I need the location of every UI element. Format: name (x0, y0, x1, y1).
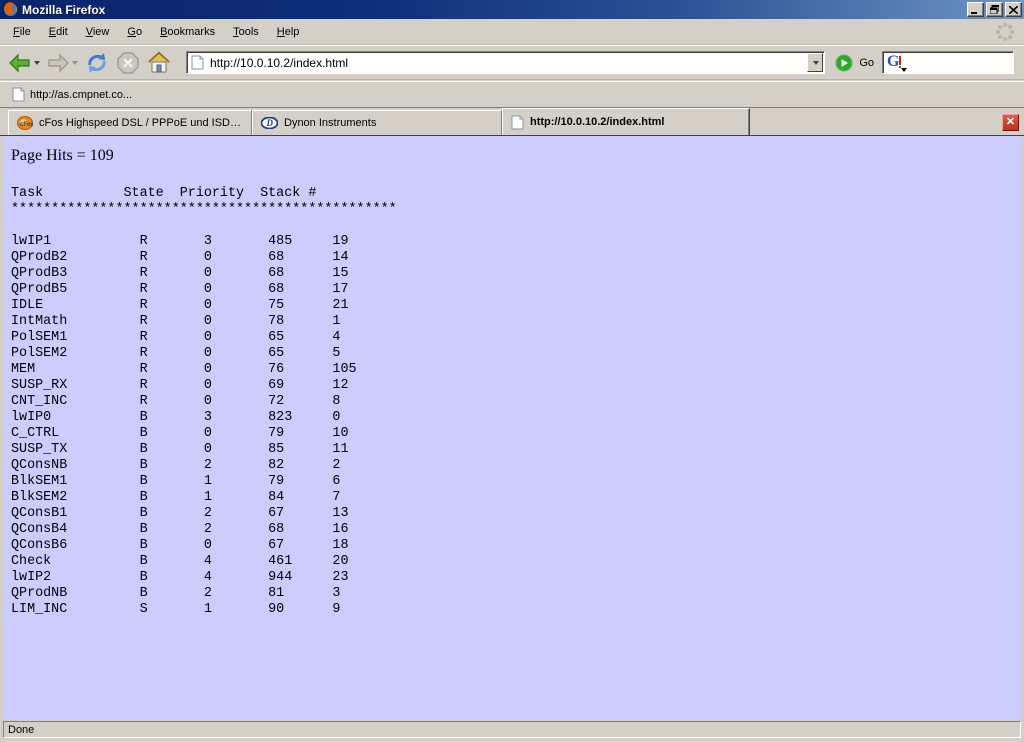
table-row: QConsNB B 2 82 2 (11, 458, 1021, 474)
page-content: Page Hits = 109 Task State Priority Stac… (3, 136, 1021, 719)
table-row: QProdB3 R 0 68 15 (11, 266, 1021, 282)
table-row: PolSEM2 R 0 65 5 (11, 346, 1021, 362)
tab-bar: cFos cFos Highspeed DSL / PPPoE und ISDN… (0, 108, 1024, 136)
menu-bookmarks[interactable]: Bookmarks (151, 22, 224, 42)
status-bar: Done (0, 719, 1024, 742)
status-panel: Done (3, 721, 1021, 738)
table-row: QConsB6 B 0 67 18 (11, 538, 1021, 554)
table-row: LIM_INC S 1 90 9 (11, 602, 1021, 618)
tab-label[interactable]: cFos Highspeed DSL / PPPoE und ISDN CAP.… (39, 117, 243, 129)
bookmark-label[interactable]: http://as.cmpnet.co... (30, 89, 132, 101)
tab-dynon[interactable]: D Dynon Instruments (252, 110, 502, 135)
svg-text:D: D (266, 118, 274, 128)
table-row: MEM R 0 76 105 (11, 362, 1021, 378)
menu-file[interactable]: File (4, 22, 40, 42)
url-text[interactable]: http://10.0.10.2/index.html (210, 56, 807, 70)
menu-tools[interactable]: Tools (224, 22, 268, 42)
task-rows: lwIP1 R 3 485 19QProdB2 R 0 68 14QProdB3… (11, 234, 1021, 618)
table-row: CNT_INC R 0 72 8 (11, 394, 1021, 410)
menu-help[interactable]: Help (268, 22, 309, 42)
status-text: Done (8, 724, 34, 736)
table-separator: ****************************************… (11, 202, 1021, 218)
tab-cfos[interactable]: cFos cFos Highspeed DSL / PPPoE und ISDN… (8, 110, 252, 135)
titlebar: Mozilla Firefox (0, 0, 1024, 19)
forward-dropdown-icon[interactable] (72, 61, 78, 65)
url-dropdown-icon (813, 61, 819, 65)
table-row: lwIP0 B 3 823 0 (11, 410, 1021, 426)
table-header: Task State Priority Stack # (11, 186, 1021, 202)
table-row: IDLE R 0 75 21 (11, 298, 1021, 314)
page-icon (511, 115, 524, 130)
go-button[interactable]: Go (835, 54, 874, 72)
throbber-icon (994, 21, 1016, 43)
google-logo-icon[interactable]: G (886, 55, 904, 71)
menu-bar: File Edit View Go Bookmarks Tools Help (0, 19, 1024, 45)
menu-view[interactable]: View (77, 22, 119, 42)
table-row: BlkSEM1 B 1 79 6 (11, 474, 1021, 490)
close-button[interactable] (1005, 2, 1022, 17)
table-row: QProdNB B 2 81 3 (11, 586, 1021, 602)
cfos-favicon: cFos (17, 116, 33, 130)
menu-edit[interactable]: Edit (40, 22, 77, 42)
table-row: BlkSEM2 B 1 84 7 (11, 490, 1021, 506)
table-row: C_CTRL B 0 79 10 (11, 426, 1021, 442)
table-row: SUSP_TX B 0 85 11 (11, 442, 1021, 458)
table-row: lwIP2 B 4 944 23 (11, 570, 1021, 586)
blank-line (11, 218, 1021, 234)
table-row: QConsB1 B 2 67 13 (11, 506, 1021, 522)
go-button-label[interactable]: Go (859, 57, 874, 69)
page-icon (191, 55, 204, 70)
browser-window: Mozilla Firefox File Edit View Go Bookma… (0, 0, 1024, 742)
window-title: Mozilla Firefox (22, 3, 965, 17)
back-dropdown-icon[interactable] (34, 61, 40, 65)
page-icon (12, 87, 25, 102)
table-row: QProdB5 R 0 68 17 (11, 282, 1021, 298)
table-row: lwIP1 R 3 485 19 (11, 234, 1021, 250)
table-row: QConsB4 B 2 68 16 (11, 522, 1021, 538)
bookmarks-toolbar: http://as.cmpnet.co... (0, 81, 1024, 108)
bookmark-item[interactable]: http://as.cmpnet.co... (8, 85, 136, 104)
search-input[interactable]: G (882, 51, 1014, 74)
table-row: PolSEM1 R 0 65 4 (11, 330, 1021, 346)
dynon-favicon: D (261, 117, 278, 129)
minimize-button[interactable] (967, 2, 984, 17)
tab-label[interactable]: Dynon Instruments (284, 117, 376, 129)
restore-button[interactable] (986, 2, 1003, 17)
forward-button[interactable] (44, 51, 80, 75)
svg-text:cFos: cFos (20, 122, 33, 128)
url-bar[interactable]: http://10.0.10.2/index.html (186, 51, 825, 74)
stop-button[interactable] (114, 49, 142, 77)
table-row: QProdB2 R 0 68 14 (11, 250, 1021, 266)
tab-close-button[interactable]: ✕ (1002, 114, 1019, 131)
firefox-logo-icon (3, 2, 18, 17)
reload-button[interactable] (82, 49, 112, 77)
url-dropdown-button[interactable] (807, 53, 823, 72)
tab-label[interactable]: http://10.0.10.2/index.html (530, 116, 664, 128)
table-row: Check B 4 461 20 (11, 554, 1021, 570)
search-engine-dropdown-icon (901, 68, 907, 72)
back-button[interactable] (6, 51, 42, 75)
menu-go[interactable]: Go (118, 22, 151, 42)
page-hits-text: Page Hits = 109 (11, 147, 1021, 165)
table-row: IntMath R 0 78 1 (11, 314, 1021, 330)
navigation-toolbar: http://10.0.10.2/index.html Go G (0, 45, 1024, 80)
home-button[interactable] (144, 49, 174, 77)
tab-index-html-active[interactable]: http://10.0.10.2/index.html (502, 108, 750, 135)
table-row: SUSP_RX R 0 69 12 (11, 378, 1021, 394)
